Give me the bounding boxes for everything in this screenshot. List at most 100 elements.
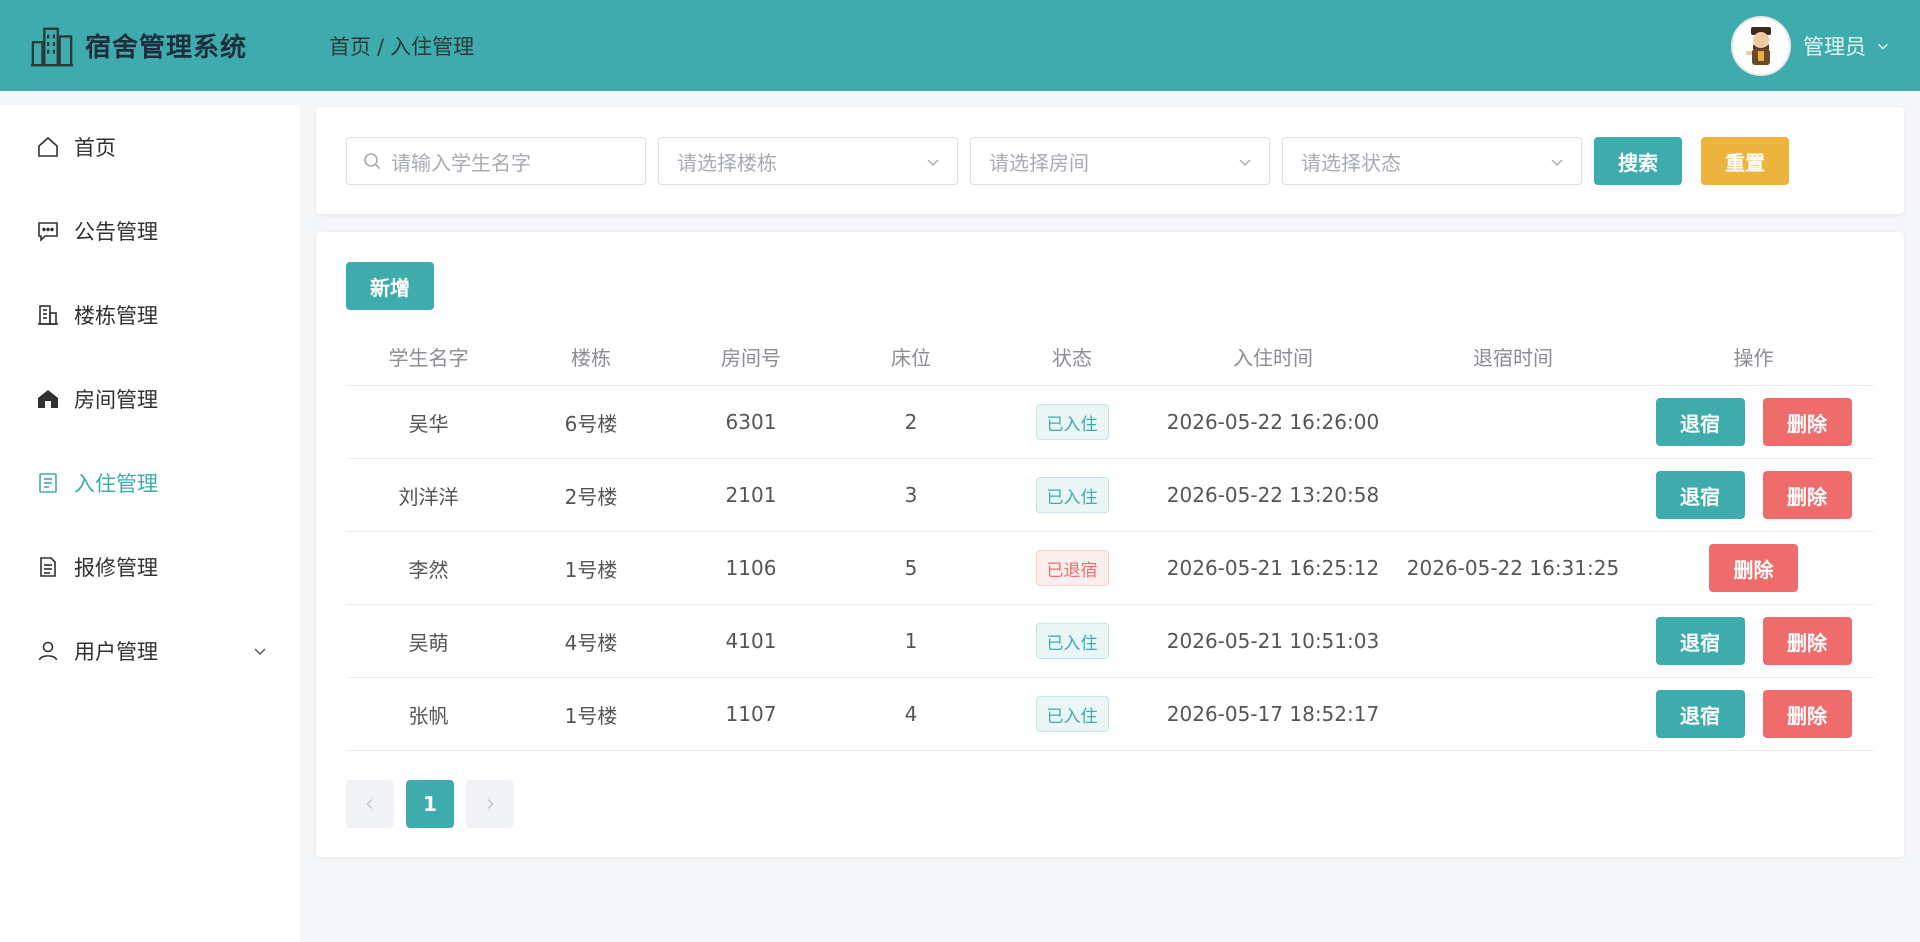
column-header: 退宿时间 [1473, 346, 1553, 370]
room-placeholder: 请选择房间 [989, 150, 1089, 175]
status-placeholder: 请选择状态 [1301, 150, 1401, 175]
bed-cell: 2 [904, 410, 918, 434]
actions-cell: 删除 [1633, 544, 1874, 592]
chevron-down-icon [927, 159, 939, 167]
checkin-time-cell: 2026-05-22 16:26:00 [1166, 410, 1380, 434]
table-row: 吴萌 4号楼 4101 1 已入住 2026-05-21 10:51:03 退宿… [346, 605, 1874, 678]
student-name-cell: 吴萌 [408, 630, 449, 655]
building-cell: 1号楼 [564, 703, 618, 728]
checkout-button[interactable]: 退宿 [1655, 617, 1745, 665]
chevron-down-icon[interactable] [1876, 39, 1890, 53]
document-icon [39, 473, 57, 493]
sidebar-item-label: 首页 [74, 136, 116, 160]
actions-cell: 退宿 删除 [1633, 398, 1874, 446]
room-select[interactable]: 请选择房间 [970, 137, 1270, 185]
reset-button[interactable]: 重置 [1701, 137, 1789, 185]
user-menu[interactable]: 管理员 [1731, 0, 1890, 91]
page-number-button[interactable]: 1 [406, 780, 454, 828]
status-badge: 已退宿 [1035, 550, 1109, 586]
bed-cell: 1 [904, 629, 918, 653]
chevron-down-icon [1551, 159, 1563, 167]
bed-cell: 5 [904, 556, 918, 580]
sidebar-item-home[interactable]: 首页 [0, 105, 300, 189]
delete-button[interactable]: 删除 [1762, 690, 1852, 738]
status-cell: 已入住 [991, 623, 1153, 659]
status-select[interactable]: 请选择状态 [1282, 137, 1582, 185]
student-name-input[interactable]: 请输入学生名字 [346, 137, 646, 185]
sidebar-item-label: 公告管理 [74, 220, 158, 244]
prev-page-button[interactable] [346, 780, 394, 828]
chevron-down-icon[interactable] [252, 643, 268, 659]
building-placeholder: 请选择楼栋 [677, 150, 777, 175]
building-logo-icon [30, 27, 74, 66]
checkin-time-cell: 2026-05-21 10:51:03 [1166, 629, 1380, 653]
column-header: 楼栋 [571, 346, 611, 370]
status-badge: 已入住 [1035, 623, 1109, 659]
search-panel: 请输入学生名字 请选择楼栋 请选择房间 请选择状态 搜索 重置 [316, 107, 1904, 214]
report-icon [40, 557, 56, 577]
room-cell: 1107 [725, 702, 777, 726]
sidebar-item-repairs[interactable]: 报修管理 [0, 525, 300, 609]
sidebar-item-label: 入住管理 [74, 472, 158, 496]
column-header: 操作 [1733, 346, 1774, 370]
status-badge: 已入住 [1035, 404, 1109, 440]
student-name-cell: 李然 [408, 557, 449, 582]
sidebar-item-announcements[interactable]: 公告管理 [0, 189, 300, 273]
room-cell: 4101 [725, 629, 777, 653]
avatar-image [1734, 18, 1788, 73]
checkin-table: 学生名字 楼栋 房间号 床位 状态 入住时间 退宿时间 操作 吴华 6号楼 63… [346, 328, 1874, 751]
app-title: 宿舍管理系统 [85, 33, 248, 63]
building-cell: 2号楼 [564, 484, 618, 509]
building-select[interactable]: 请选择楼栋 [658, 137, 958, 185]
status-badge: 已入住 [1035, 477, 1109, 513]
breadcrumb-current: 入住管理 [390, 34, 475, 59]
column-header: 入住时间 [1233, 346, 1313, 370]
table-row: 吴华 6号楼 6301 2 已入住 2026-05-22 16:26:00 退宿… [346, 386, 1874, 459]
chevron-right-icon [487, 799, 494, 809]
sidebar-item-rooms[interactable]: 房间管理 [0, 357, 300, 441]
delete-button[interactable]: 删除 [1762, 398, 1852, 446]
next-page-button[interactable] [466, 780, 514, 828]
checkin-time-cell: 2026-05-21 16:25:12 [1166, 556, 1380, 580]
sidebar: 首页 公告管理 楼栋管理 房间管理 入住管理 报修管理 用户管理 [0, 105, 300, 942]
delete-button[interactable]: 删除 [1709, 544, 1798, 592]
room-cell: 2101 [725, 483, 777, 507]
add-button[interactable]: 新增 [346, 262, 434, 310]
bed-cell: 4 [904, 702, 918, 726]
column-header: 床位 [891, 346, 931, 370]
sidebar-item-checkin[interactable]: 入住管理 [0, 441, 300, 525]
column-header: 房间号 [721, 346, 781, 370]
message-icon [38, 222, 58, 242]
table-row: 李然 1号楼 1106 5 已退宿 2026-05-21 16:25:12 20… [346, 532, 1874, 605]
sidebar-item-users[interactable]: 用户管理 [0, 609, 300, 693]
user-name[interactable]: 管理员 [1803, 31, 1866, 61]
checkout-button[interactable]: 退宿 [1655, 471, 1745, 519]
delete-button[interactable]: 删除 [1762, 617, 1852, 665]
house-icon [38, 390, 58, 408]
chevron-left-icon [366, 799, 373, 809]
checkout-time-cell: 2026-05-22 16:31:25 [1406, 556, 1620, 580]
home-icon [38, 136, 58, 157]
breadcrumb-separator: / [377, 34, 385, 59]
search-button[interactable]: 搜索 [1594, 137, 1682, 185]
status-cell: 已入住 [991, 404, 1153, 440]
delete-button[interactable]: 删除 [1762, 471, 1852, 519]
student-name-cell: 张帆 [408, 703, 449, 728]
status-cell: 已退宿 [991, 550, 1153, 586]
status-cell: 已入住 [991, 477, 1153, 513]
sidebar-item-label: 报修管理 [74, 556, 158, 580]
actions-cell: 退宿 删除 [1633, 690, 1874, 738]
sidebar-item-buildings[interactable]: 楼栋管理 [0, 273, 300, 357]
building-icon [38, 305, 58, 325]
student-name-placeholder: 请输入学生名字 [391, 150, 531, 175]
checkin-time-cell: 2026-05-17 18:52:17 [1166, 702, 1380, 726]
chevron-down-icon [1239, 159, 1251, 167]
room-cell: 1106 [725, 556, 777, 580]
checkout-button[interactable]: 退宿 [1655, 398, 1745, 446]
avatar[interactable] [1731, 15, 1791, 76]
app-logo[interactable]: 宿舍管理系统 [29, 23, 329, 69]
search-icon [364, 153, 381, 170]
checkout-button[interactable]: 退宿 [1655, 690, 1745, 738]
breadcrumb-home[interactable]: 首页 [329, 35, 371, 59]
column-header: 状态 [1052, 346, 1092, 370]
